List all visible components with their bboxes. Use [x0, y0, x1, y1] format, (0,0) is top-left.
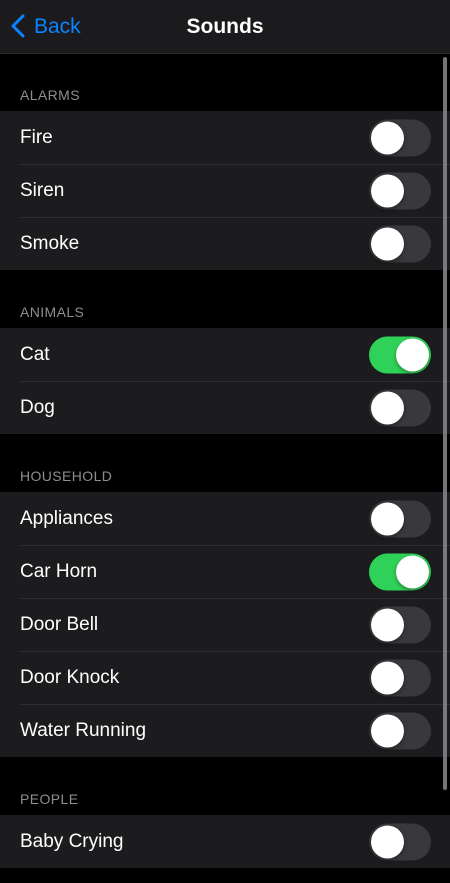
toggle-knob [396, 555, 429, 588]
section-header-alarms: ALARMS [0, 54, 450, 111]
sound-row-car-horn: Car Horn [0, 545, 450, 598]
toggle-siren[interactable] [369, 172, 431, 209]
toggle-appliances[interactable] [369, 500, 431, 537]
toggle-knob [371, 121, 404, 154]
sound-row-water-running: Water Running [0, 704, 450, 757]
sound-row-appliances: Appliances [0, 492, 450, 545]
sound-label: Baby Crying [20, 831, 124, 852]
toggle-door-bell[interactable] [369, 606, 431, 643]
section-group-household: Appliances Car Horn Door Bell Door Knock Wat… [0, 492, 450, 757]
sound-label: Siren [20, 180, 65, 201]
section-header-household: HOUSEHOLD [0, 434, 450, 492]
sound-row-fire: Fire [0, 111, 450, 164]
sound-row-cat: Cat [0, 328, 450, 381]
sound-row-siren: Siren [0, 164, 450, 217]
toggle-knob [371, 661, 404, 694]
section-group-animals: Cat Dog [0, 328, 450, 434]
toggle-fire[interactable] [369, 119, 431, 156]
section-header-animals: ANIMALS [0, 270, 450, 328]
section-group-people: Baby Crying [0, 815, 450, 868]
page-title: Sounds [186, 15, 264, 38]
sounds-list[interactable]: ALARMS Fire Siren Smoke ANIMALS Cat Dog HOUSEHO… [0, 54, 450, 868]
toggle-knob [371, 608, 404, 641]
toggle-door-knock[interactable] [369, 659, 431, 696]
sound-label: Fire [20, 127, 53, 148]
sound-row-door-bell: Door Bell [0, 598, 450, 651]
toggle-knob [371, 714, 404, 747]
toggle-knob [371, 391, 404, 424]
toggle-smoke[interactable] [369, 225, 431, 262]
toggle-knob [371, 825, 404, 858]
toggle-knob [396, 338, 429, 371]
sounds-screen: Back Sounds ALARMS Fire Siren Smoke ANIMALS C… [0, 0, 450, 883]
sound-label: Cat [20, 344, 50, 365]
toggle-car-horn[interactable] [369, 553, 431, 590]
toggle-knob [371, 502, 404, 535]
navigation-bar: Back Sounds [0, 0, 450, 54]
sound-row-dog: Dog [0, 381, 450, 434]
scroll-indicator[interactable] [443, 57, 447, 790]
section-header-people: PEOPLE [0, 757, 450, 815]
sound-label: Appliances [20, 508, 113, 529]
sound-label: Smoke [20, 233, 80, 254]
sound-label: Water Running [20, 720, 147, 741]
toggle-knob [371, 227, 404, 260]
toggle-knob [371, 174, 404, 207]
section-group-alarms: Fire Siren Smoke [0, 111, 450, 270]
toggle-cat[interactable] [369, 336, 431, 373]
sound-row-door-knock: Door Knock [0, 651, 450, 704]
sound-row-smoke: Smoke [0, 217, 450, 270]
toggle-water-running[interactable] [369, 712, 431, 749]
sound-label: Car Horn [20, 561, 98, 582]
sound-label: Door Knock [20, 667, 120, 688]
sound-label: Dog [20, 397, 55, 418]
toggle-dog[interactable] [369, 389, 431, 426]
toggle-baby-crying[interactable] [369, 823, 431, 860]
sound-row-baby-crying: Baby Crying [0, 815, 450, 868]
sound-label: Door Bell [20, 614, 99, 635]
